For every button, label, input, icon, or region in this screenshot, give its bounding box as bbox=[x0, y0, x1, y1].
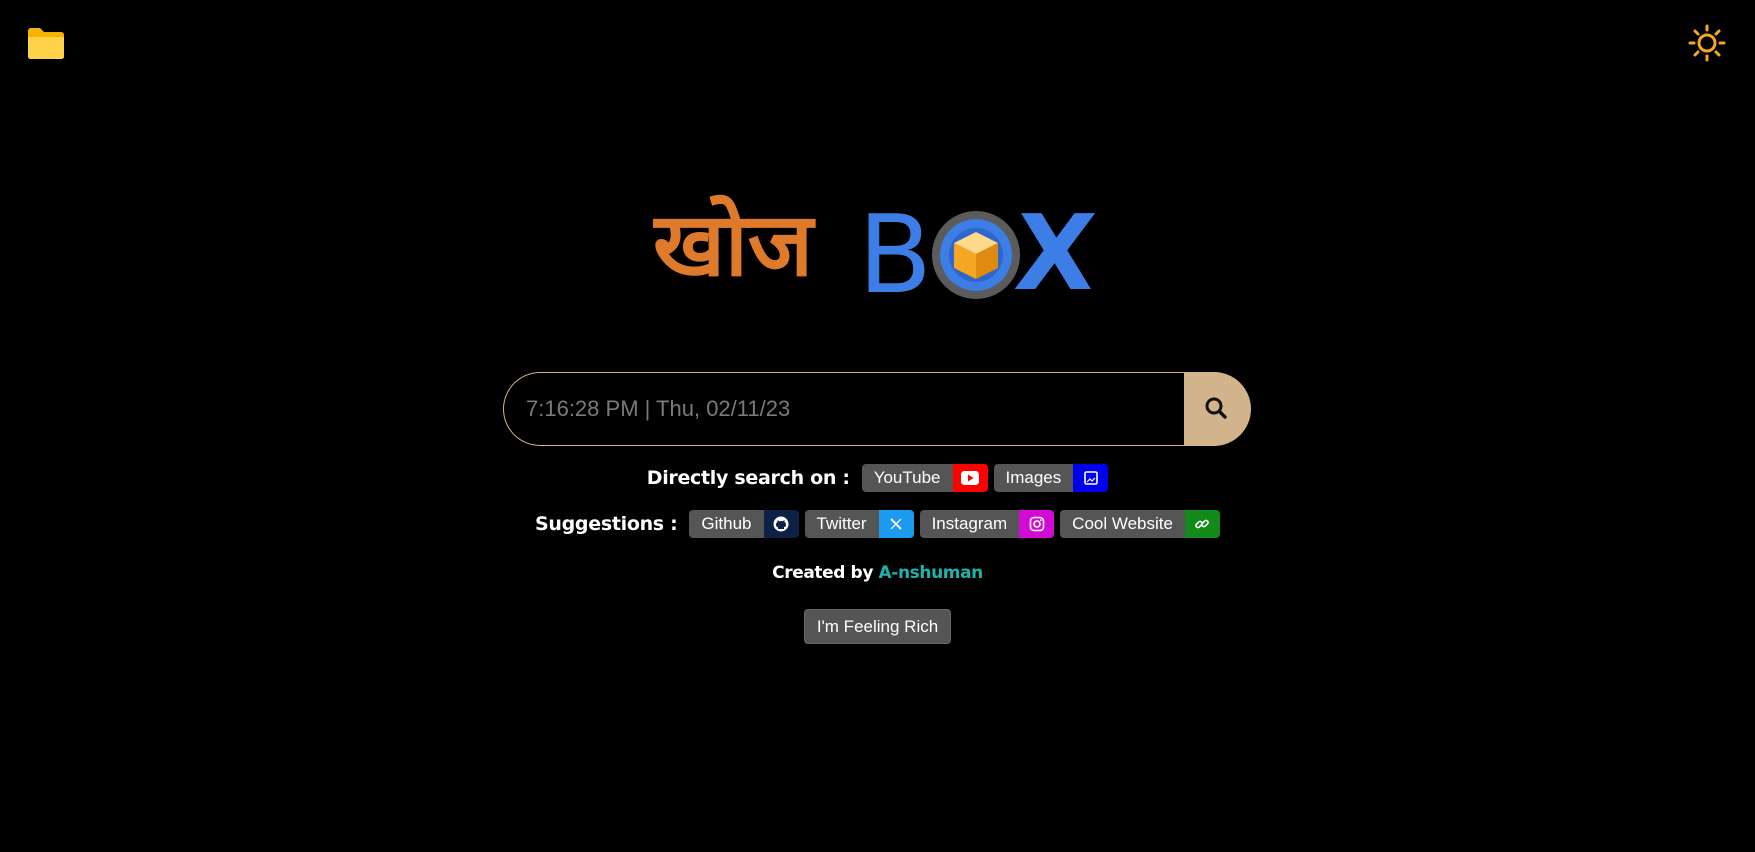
search-input[interactable] bbox=[503, 372, 1184, 446]
images-search-chip[interactable]: Images bbox=[993, 464, 1109, 492]
logo-letter-b: B bbox=[858, 193, 932, 305]
x-icon bbox=[878, 510, 914, 538]
direct-search-row: Directly search on : YouTube Images bbox=[0, 464, 1755, 492]
chip-label: Twitter bbox=[804, 510, 879, 538]
link-icon bbox=[1184, 510, 1220, 538]
author-link[interactable]: A-nshuman bbox=[879, 563, 984, 583]
instagram-icon bbox=[1019, 510, 1055, 538]
search-bar bbox=[503, 372, 1251, 446]
github-icon bbox=[763, 510, 799, 538]
search-button[interactable] bbox=[1184, 372, 1251, 446]
direct-search-label: Directly search on : bbox=[646, 467, 850, 489]
folder-icon[interactable] bbox=[26, 25, 66, 61]
chip-label: Github bbox=[689, 510, 764, 538]
credit-line: Created by A-nshuman bbox=[0, 563, 1755, 583]
cube-icon bbox=[932, 211, 1020, 299]
logo-hindi-text: खोज bbox=[653, 193, 816, 296]
cool-website-link-chip[interactable]: Cool Website bbox=[1060, 510, 1220, 538]
chip-label: Cool Website bbox=[1060, 510, 1185, 538]
credit-prefix: Created by bbox=[772, 563, 873, 583]
magnifier-icon bbox=[1204, 396, 1228, 423]
chip-label: Images bbox=[993, 464, 1074, 492]
instagram-link-chip[interactable]: Instagram bbox=[919, 510, 1055, 538]
suggestions-row: Suggestions : Github Twitter Instagram C… bbox=[0, 510, 1755, 538]
sun-icon[interactable] bbox=[1688, 24, 1726, 62]
image-icon bbox=[1073, 464, 1109, 492]
youtube-search-chip[interactable]: YouTube bbox=[861, 464, 988, 492]
github-link-chip[interactable]: Github bbox=[689, 510, 799, 538]
page: खोज B X Directly searc bbox=[0, 0, 1755, 852]
feeling-rich-button[interactable]: I'm Feeling Rich bbox=[804, 609, 951, 644]
chip-label: Instagram bbox=[919, 510, 1020, 538]
twitter-link-chip[interactable]: Twitter bbox=[804, 510, 914, 538]
chip-label: YouTube bbox=[861, 464, 953, 492]
suggestions-label: Suggestions : bbox=[535, 513, 678, 535]
logo: खोज B X bbox=[651, 185, 1103, 318]
logo-letter-x: X bbox=[1011, 192, 1100, 305]
youtube-icon bbox=[952, 464, 988, 492]
